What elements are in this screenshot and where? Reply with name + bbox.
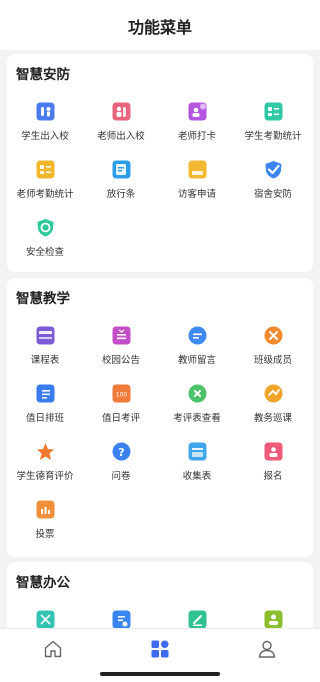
signup-icon [264, 442, 283, 461]
menu-item[interactable]: 老师考勤统计 [7, 154, 83, 204]
office-app-icon [36, 610, 55, 628]
menu-item-label: 报名 [263, 471, 283, 482]
menu-item-label: 老师出入校 [97, 131, 145, 142]
vote-icon [36, 500, 55, 519]
menu-item-label: 学生出入校 [21, 131, 69, 142]
office-person-icon [264, 610, 283, 628]
tab-menu[interactable] [140, 637, 180, 663]
menu-item[interactable]: 收集表 [159, 436, 235, 486]
menu-item[interactable]: 学生德育评价 [7, 436, 83, 486]
menu-item-label: 值日排班 [25, 413, 64, 424]
menu-item[interactable]: 班级成员 [235, 320, 311, 370]
menu-item[interactable]: 值日排班 [7, 378, 83, 428]
menu-item[interactable]: 课程表 [7, 320, 83, 370]
menu-item-label: 安全检查 [25, 247, 64, 258]
section-title: 智慧安防 [16, 67, 70, 82]
student-attendance-icon [264, 102, 283, 121]
menu-item-label: 投票 [35, 529, 55, 540]
menu-item[interactable]: 放行条 [83, 154, 159, 204]
safety-check-icon [36, 218, 55, 237]
menu-item[interactable] [7, 604, 83, 628]
duty-review-icon: 100 [112, 384, 131, 403]
menu-item-label: 访客申请 [177, 189, 216, 200]
menu-item-label: 宿舍安防 [253, 189, 292, 200]
menu-item[interactable]: 安全检查 [7, 212, 83, 262]
menu-item-label: 老师考勤统计 [16, 189, 74, 200]
notice-icon [112, 326, 131, 345]
office-edit-icon [188, 610, 207, 628]
home-indicator [100, 672, 220, 676]
home-icon [44, 640, 62, 658]
menu-item[interactable]: 100 值日考评 [83, 378, 159, 428]
svg-text:100: 100 [116, 392, 128, 399]
menu-item[interactable]: 报名 [235, 436, 311, 486]
section-card-teaching: 智慧教学 课程表 校园公告 教师留言 班级成员值日排班 100 值日考评 考评表查看 教务巡课… [7, 278, 313, 557]
menu-item[interactable]: 学生考勤统计 [235, 96, 311, 146]
tab-home[interactable] [33, 637, 73, 663]
menu-item[interactable]: 投票 [7, 494, 83, 544]
menu-item[interactable] [235, 604, 311, 628]
class-members-icon [264, 326, 283, 345]
teacher-checkin-icon [188, 102, 207, 121]
tab-profile[interactable] [247, 637, 287, 663]
section-title: 智慧办公 [16, 575, 70, 590]
menu-item-label: 学生考勤统计 [244, 131, 302, 142]
pass-slip-icon [112, 160, 131, 179]
menu-item[interactable]: 老师出入校 [83, 96, 159, 146]
menu-item-label: 老师打卡 [177, 131, 216, 142]
section-card-security: 智慧安防 学生出入校 老师出入校 老师打卡 学生考勤统计老师考勤统计 放行条 访客申请 宿舍… [7, 54, 313, 272]
menu-item-label: 考评表查看 [173, 413, 221, 424]
menu-item-label: 教务巡课 [253, 413, 292, 424]
menu-item[interactable]: 教师留言 [159, 320, 235, 370]
menu-item-label: 课程表 [30, 355, 60, 366]
menu-item[interactable]: ? 问卷 [83, 436, 159, 486]
grid-menu-icon [151, 640, 169, 658]
menu-item-label: 放行条 [106, 189, 136, 200]
patrol-icon [264, 384, 283, 403]
menu-item-label: 值日考评 [101, 413, 140, 424]
schedule-icon [36, 326, 55, 345]
moral-eval-icon [36, 442, 55, 461]
visitor-icon [188, 160, 207, 179]
office-doc-icon [112, 610, 131, 628]
duty-roster-icon [36, 384, 55, 403]
menu-item[interactable]: 考评表查看 [159, 378, 235, 428]
menu-item-label: 收集表 [182, 471, 212, 482]
profile-icon [258, 640, 276, 658]
menu-item-label: 班级成员 [253, 355, 292, 366]
section-card-office: 智慧办公 [7, 562, 313, 628]
menu-scroll-area[interactable]: 智慧安防 学生出入校 老师出入校 老师打卡 学生考勤统计老师考勤统计 放行条 访客申请 宿舍… [0, 50, 320, 628]
menu-item[interactable]: 宿舍安防 [235, 154, 311, 204]
menu-item[interactable]: 访客申请 [159, 154, 235, 204]
menu-item[interactable] [159, 604, 235, 628]
menu-item[interactable]: 教务巡课 [235, 378, 311, 428]
evaluation-icon [188, 384, 207, 403]
menu-item-label: 问卷 [111, 471, 131, 482]
menu-item-label: 学生德育评价 [16, 471, 74, 482]
teacher-gate-icon [112, 102, 131, 121]
page-title: 功能菜单 [127, 20, 192, 37]
menu-item-label: 校园公告 [101, 355, 140, 366]
collection-icon [188, 442, 207, 461]
menu-item[interactable]: 老师打卡 [159, 96, 235, 146]
menu-item-label: 教师留言 [177, 355, 216, 366]
teacher-attendance-icon [36, 160, 55, 179]
section-title: 智慧教学 [16, 291, 70, 306]
message-icon [188, 326, 207, 345]
student-gate-icon [36, 102, 55, 121]
svg-text:?: ? [118, 446, 124, 459]
menu-item[interactable] [83, 604, 159, 628]
questionnaire-icon: ? [112, 442, 131, 461]
page-header: 功能菜单 [0, 0, 320, 50]
dorm-security-icon [264, 160, 283, 179]
menu-item[interactable]: 校园公告 [83, 320, 159, 370]
menu-item[interactable]: 学生出入校 [7, 96, 83, 146]
